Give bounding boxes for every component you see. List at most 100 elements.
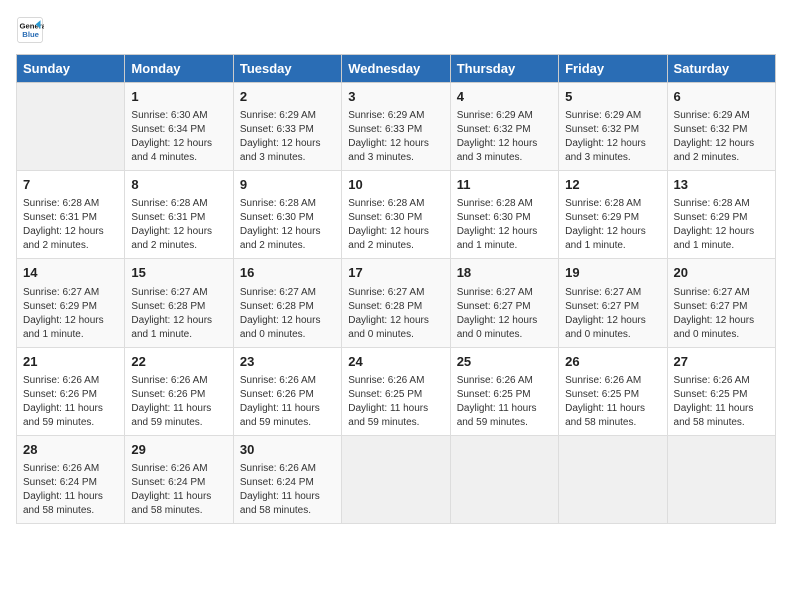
calendar-cell — [559, 435, 667, 523]
calendar-cell: 11 Sunrise: 6:28 AM Sunset: 6:30 PM Dayli… — [450, 171, 558, 259]
calendar-cell: 2Sunrise: 6:29 AM Sunset: 6:33 PM Daylig… — [233, 83, 341, 171]
day-number: 4 — [457, 88, 552, 106]
day-info: Sunrise: 6:28 AM Sunset: 6:31 PM Dayligh… — [23, 197, 118, 253]
day-number: 25 — [457, 353, 552, 371]
day-info: Sunrise: 6:26 AM Sunset: 6:25 PM Dayligh… — [457, 374, 552, 430]
calendar-cell: 16 Sunrise: 6:27 AM Sunset: 6:28 PM Dayli… — [233, 259, 341, 347]
day-info: Sunrise: 6:28 AM Sunset: 6:29 PM Dayligh… — [565, 197, 660, 253]
day-info: Sunrise: 6:28 AM Sunset: 6:29 PM Dayligh… — [674, 197, 769, 253]
day-info: Sunrise: 6:26 AM Sunset: 6:26 PM Dayligh… — [240, 374, 335, 430]
day-number: 6 — [674, 88, 769, 106]
day-info: Sunrise: 6:28 AM Sunset: 6:30 PM Dayligh… — [240, 197, 335, 253]
weekday-header-saturday: Saturday — [667, 55, 775, 83]
day-number: 21 — [23, 353, 118, 371]
day-number: 18 — [457, 264, 552, 282]
calendar-cell: 15 Sunrise: 6:27 AM Sunset: 6:28 PM Dayli… — [125, 259, 233, 347]
calendar-week-2: 14 Sunrise: 6:27 AM Sunset: 6:29 PM Dayli… — [17, 259, 776, 347]
day-number: 19 — [565, 264, 660, 282]
calendar-cell: 23Sunrise: 6:26 AM Sunset: 6:26 PM Dayli… — [233, 347, 341, 435]
day-number: 9 — [240, 176, 335, 194]
calendar-cell: 6 Sunrise: 6:29 AM Sunset: 6:32 PM Daylig… — [667, 83, 775, 171]
day-number: 13 — [674, 176, 769, 194]
day-info: Sunrise: 6:29 AM Sunset: 6:33 PM Dayligh… — [348, 109, 443, 165]
day-number: 11 — [457, 176, 552, 194]
calendar-cell — [450, 435, 558, 523]
day-info: Sunrise: 6:28 AM Sunset: 6:30 PM Dayligh… — [457, 197, 552, 253]
calendar-cell: 19 Sunrise: 6:27 AM Sunset: 6:27 PM Dayli… — [559, 259, 667, 347]
logo: General Blue — [16, 16, 48, 44]
calendar-cell: 4 Sunrise: 6:29 AM Sunset: 6:32 PM Daylig… — [450, 83, 558, 171]
page-header: General Blue — [16, 16, 776, 44]
weekday-header-wednesday: Wednesday — [342, 55, 450, 83]
day-number: 10 — [348, 176, 443, 194]
day-info: Sunrise: 6:27 AM Sunset: 6:29 PM Dayligh… — [23, 286, 118, 342]
day-info: Sunrise: 6:27 AM Sunset: 6:27 PM Dayligh… — [457, 286, 552, 342]
calendar-cell: 14 Sunrise: 6:27 AM Sunset: 6:29 PM Dayli… — [17, 259, 125, 347]
day-info: Sunrise: 6:26 AM Sunset: 6:25 PM Dayligh… — [565, 374, 660, 430]
calendar-cell: 13 Sunrise: 6:28 AM Sunset: 6:29 PM Dayli… — [667, 171, 775, 259]
day-number: 3 — [348, 88, 443, 106]
calendar-week-1: 7 Sunrise: 6:28 AM Sunset: 6:31 PM Daylig… — [17, 171, 776, 259]
day-number: 26 — [565, 353, 660, 371]
day-number: 8 — [131, 176, 226, 194]
day-info: Sunrise: 6:29 AM Sunset: 6:32 PM Dayligh… — [565, 109, 660, 165]
calendar-cell: 18 Sunrise: 6:27 AM Sunset: 6:27 PM Dayli… — [450, 259, 558, 347]
calendar-cell: 10 Sunrise: 6:28 AM Sunset: 6:30 PM Dayli… — [342, 171, 450, 259]
day-number: 16 — [240, 264, 335, 282]
day-info: Sunrise: 6:26 AM Sunset: 6:26 PM Dayligh… — [23, 374, 118, 430]
day-number: 28 — [23, 441, 118, 459]
calendar-cell: 28Sunrise: 6:26 AM Sunset: 6:24 PM Dayli… — [17, 435, 125, 523]
day-number: 7 — [23, 176, 118, 194]
day-info: Sunrise: 6:26 AM Sunset: 6:24 PM Dayligh… — [131, 462, 226, 518]
day-number: 29 — [131, 441, 226, 459]
day-number: 15 — [131, 264, 226, 282]
day-number: 24 — [348, 353, 443, 371]
calendar-cell: 8 Sunrise: 6:28 AM Sunset: 6:31 PM Daylig… — [125, 171, 233, 259]
day-number: 5 — [565, 88, 660, 106]
day-number: 14 — [23, 264, 118, 282]
day-info: Sunrise: 6:27 AM Sunset: 6:28 PM Dayligh… — [348, 286, 443, 342]
day-info: Sunrise: 6:27 AM Sunset: 6:28 PM Dayligh… — [131, 286, 226, 342]
day-info: Sunrise: 6:26 AM Sunset: 6:25 PM Dayligh… — [348, 374, 443, 430]
day-number: 20 — [674, 264, 769, 282]
day-number: 1 — [131, 88, 226, 106]
day-info: Sunrise: 6:29 AM Sunset: 6:32 PM Dayligh… — [674, 109, 769, 165]
calendar-cell: 1 Sunrise: 6:30 AM Sunset: 6:34 PM Daylig… — [125, 83, 233, 171]
day-info: Sunrise: 6:27 AM Sunset: 6:28 PM Dayligh… — [240, 286, 335, 342]
calendar-week-3: 21 Sunrise: 6:26 AM Sunset: 6:26 PM Dayli… — [17, 347, 776, 435]
calendar-cell: 29 Sunrise: 6:26 AM Sunset: 6:24 PM Dayli… — [125, 435, 233, 523]
day-info: Sunrise: 6:26 AM Sunset: 6:26 PM Dayligh… — [131, 374, 226, 430]
weekday-header-friday: Friday — [559, 55, 667, 83]
calendar-cell: 26 Sunrise: 6:26 AM Sunset: 6:25 PM Dayli… — [559, 347, 667, 435]
weekday-header-tuesday: Tuesday — [233, 55, 341, 83]
day-info: Sunrise: 6:26 AM Sunset: 6:24 PM Dayligh… — [240, 462, 335, 518]
calendar-cell: 17 Sunrise: 6:27 AM Sunset: 6:28 PM Dayli… — [342, 259, 450, 347]
day-number: 12 — [565, 176, 660, 194]
day-info: Sunrise: 6:29 AM Sunset: 6:33 PM Dayligh… — [240, 109, 335, 165]
day-number: 17 — [348, 264, 443, 282]
calendar-cell: 24 Sunrise: 6:26 AM Sunset: 6:25 PM Dayli… — [342, 347, 450, 435]
calendar-cell: 30 Sunrise: 6:26 AM Sunset: 6:24 PM Dayli… — [233, 435, 341, 523]
day-info: Sunrise: 6:27 AM Sunset: 6:27 PM Dayligh… — [674, 286, 769, 342]
calendar-week-0: 1 Sunrise: 6:30 AM Sunset: 6:34 PM Daylig… — [17, 83, 776, 171]
calendar-cell: 9 Sunrise: 6:28 AM Sunset: 6:30 PM Daylig… — [233, 171, 341, 259]
weekday-header-sunday: Sunday — [17, 55, 125, 83]
calendar-header-row: SundayMondayTuesdayWednesdayThursdayFrid… — [17, 55, 776, 83]
calendar-cell: 12 Sunrise: 6:28 AM Sunset: 6:29 PM Dayli… — [559, 171, 667, 259]
calendar-table: SundayMondayTuesdayWednesdayThursdayFrid… — [16, 54, 776, 524]
day-info: Sunrise: 6:27 AM Sunset: 6:27 PM Dayligh… — [565, 286, 660, 342]
calendar-cell — [17, 83, 125, 171]
day-info: Sunrise: 6:28 AM Sunset: 6:31 PM Dayligh… — [131, 197, 226, 253]
day-number: 27 — [674, 353, 769, 371]
day-info: Sunrise: 6:26 AM Sunset: 6:25 PM Dayligh… — [674, 374, 769, 430]
svg-text:Blue: Blue — [22, 30, 39, 39]
day-number: 30 — [240, 441, 335, 459]
calendar-cell: 5 Sunrise: 6:29 AM Sunset: 6:32 PM Daylig… — [559, 83, 667, 171]
calendar-cell: 20 Sunrise: 6:27 AM Sunset: 6:27 PM Dayli… — [667, 259, 775, 347]
day-info: Sunrise: 6:28 AM Sunset: 6:30 PM Dayligh… — [348, 197, 443, 253]
calendar-week-4: 28 Sunrise: 6:26 AM Sunset: 6:24 PM Dayli… — [17, 435, 776, 523]
weekday-header-thursday: Thursday — [450, 55, 558, 83]
day-info: Sunrise: 6:30 AM Sunset: 6:34 PM Dayligh… — [131, 109, 226, 165]
day-info: Sunrise: 6:29 AM Sunset: 6:32 PM Dayligh… — [457, 109, 552, 165]
calendar-cell — [342, 435, 450, 523]
